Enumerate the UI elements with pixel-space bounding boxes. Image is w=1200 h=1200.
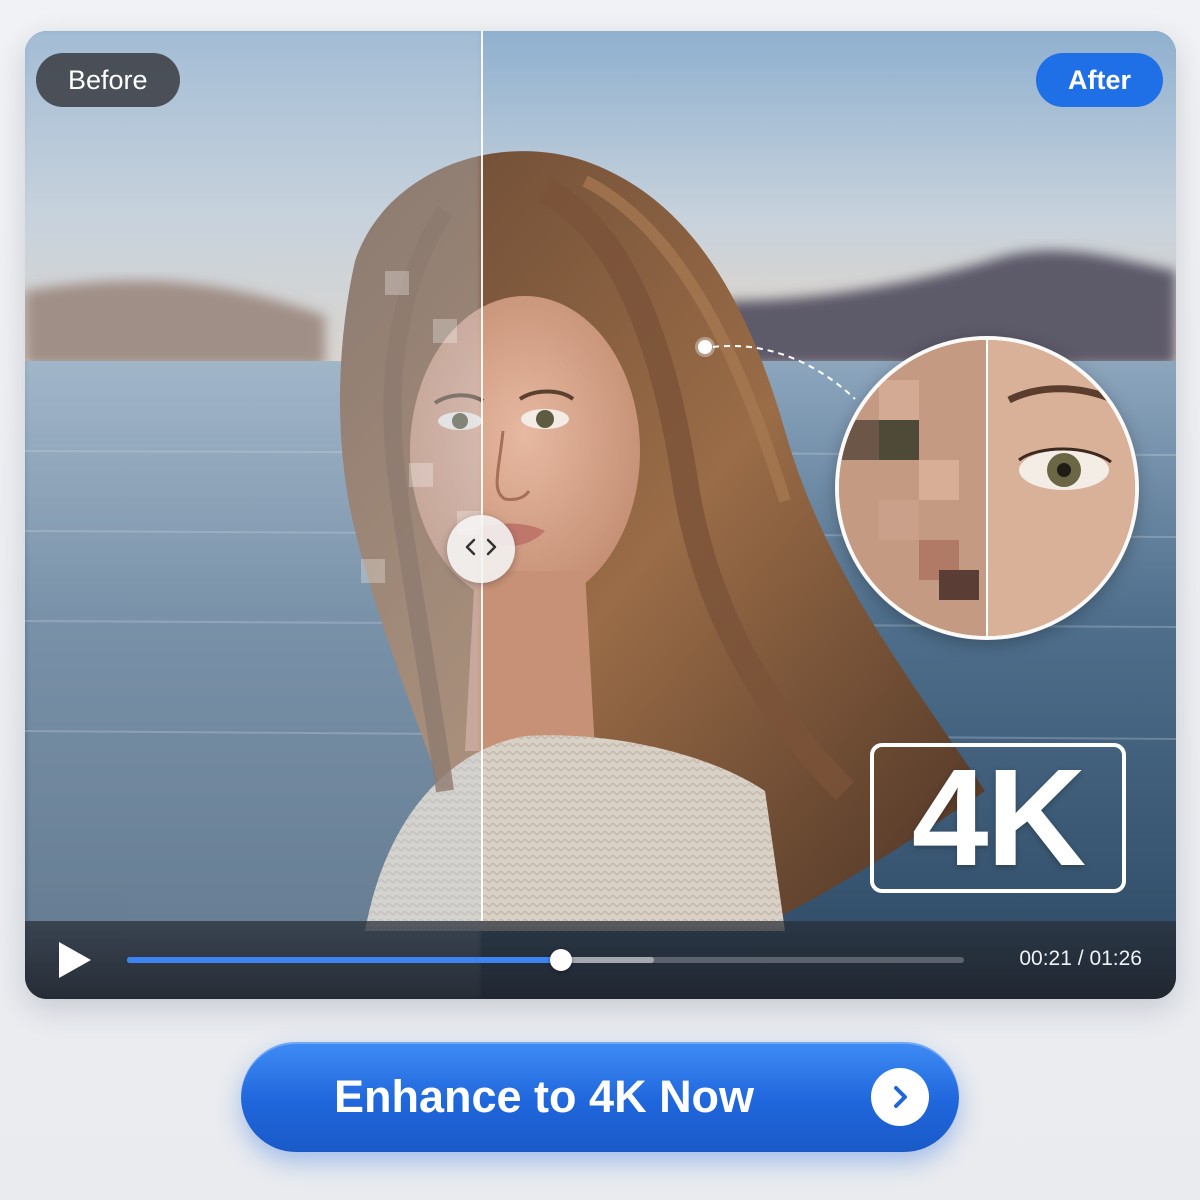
- seek-knob[interactable]: [549, 949, 572, 971]
- magnifier-anchor-dot: [698, 340, 712, 354]
- time-display: 00:21 / 01:26: [1019, 947, 1142, 971]
- total-time: 01:26: [1089, 947, 1142, 970]
- played-range: [127, 957, 561, 963]
- time-separator: /: [1071, 947, 1090, 970]
- page: Before After 4K 00:21 / 01:26 Enhance to…: [0, 0, 1200, 1200]
- seek-bar[interactable]: [127, 949, 964, 971]
- play-button[interactable]: [55, 939, 95, 981]
- zoom-magnifier: [835, 336, 1139, 640]
- play-icon: [55, 942, 95, 985]
- 4k-badge: 4K: [870, 743, 1126, 893]
- chevron-right-icon: [871, 1068, 929, 1126]
- video-player[interactable]: Before After 4K 00:21 / 01:26: [25, 31, 1176, 999]
- player-controls: 00:21 / 01:26: [25, 921, 1176, 999]
- enhance-button-label: Enhance to 4K Now: [334, 1071, 755, 1122]
- enhance-button[interactable]: Enhance to 4K Now: [241, 1042, 959, 1152]
- current-time: 00:21: [1019, 947, 1072, 970]
